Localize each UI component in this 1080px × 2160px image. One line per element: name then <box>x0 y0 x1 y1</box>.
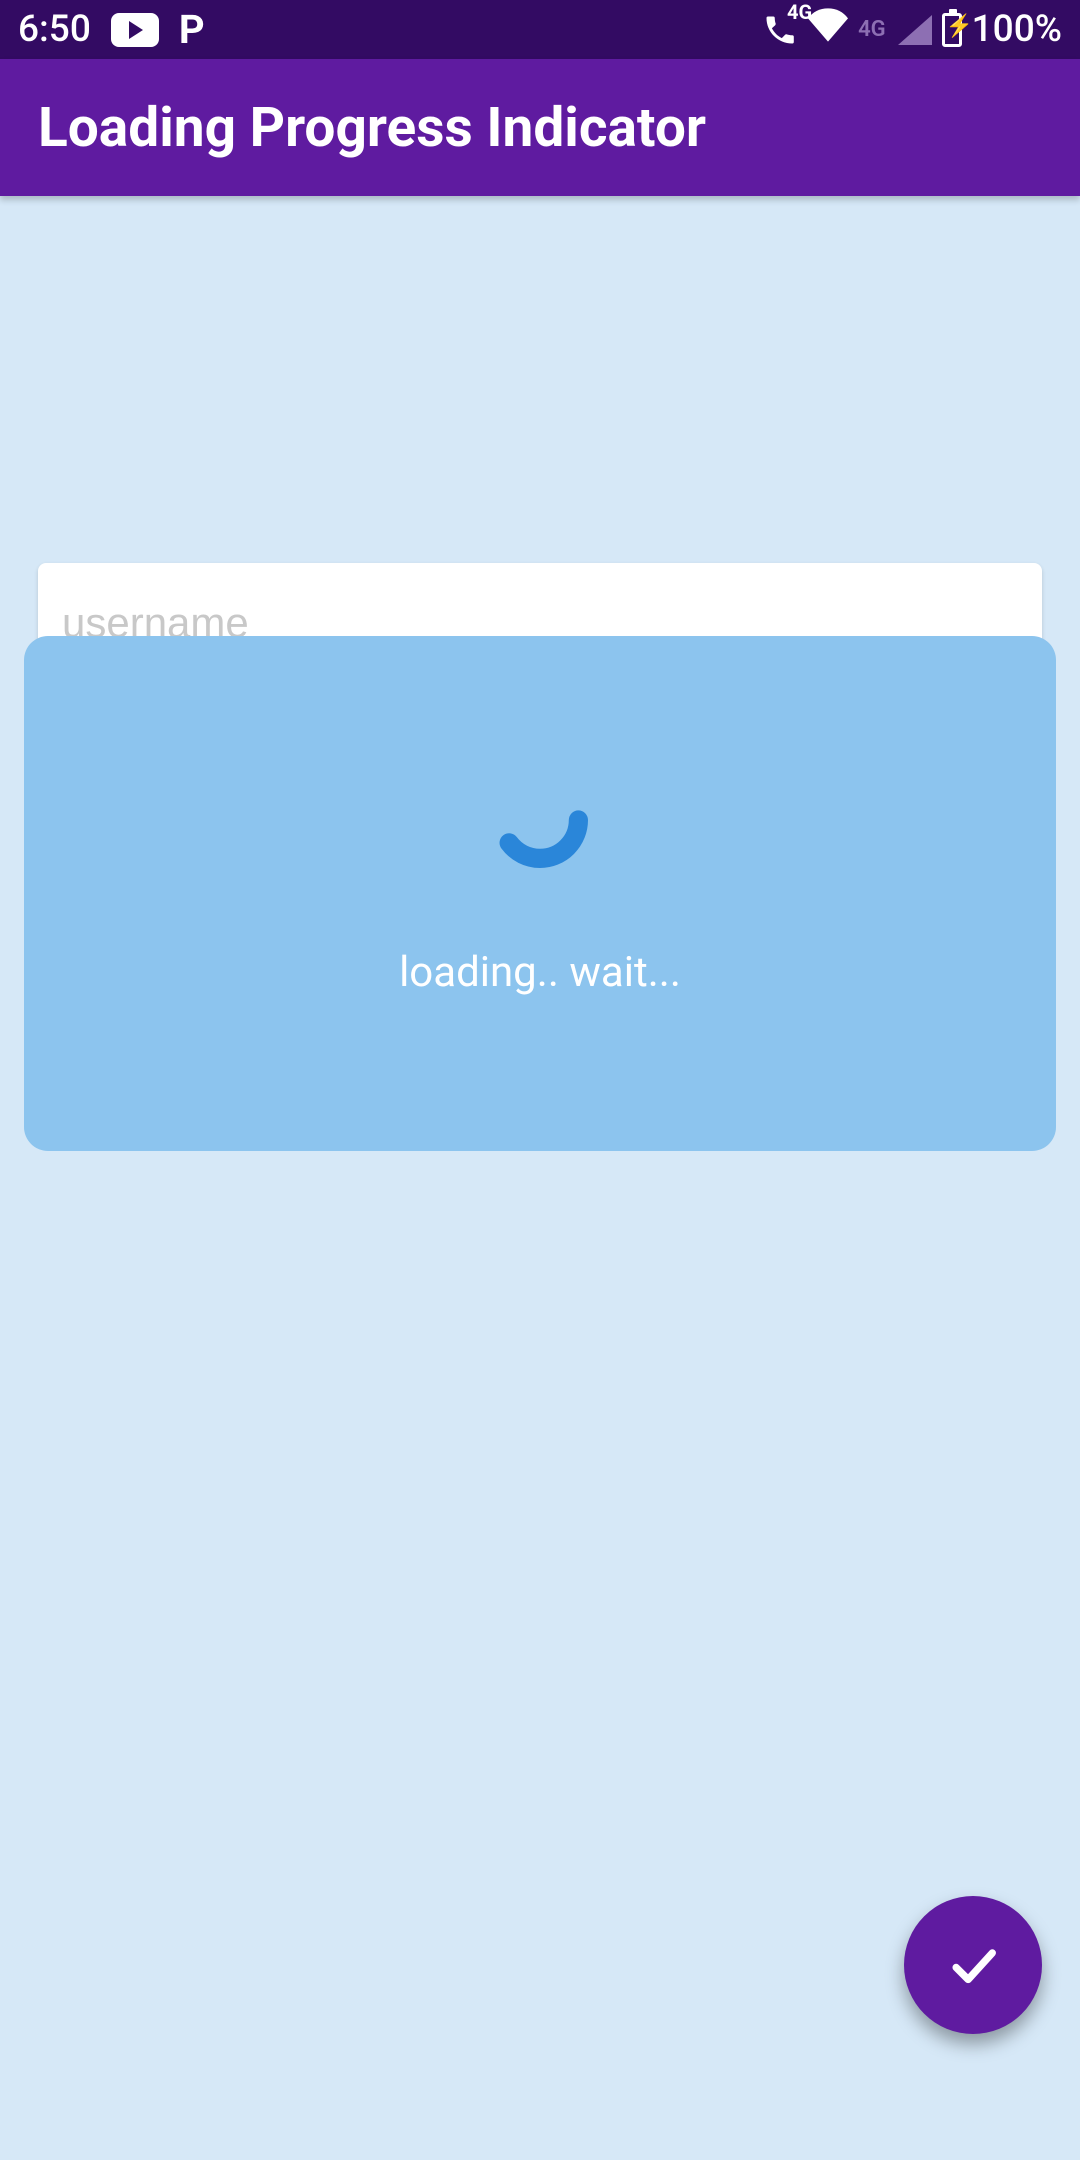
page-content: loading.. wait... <box>0 196 1080 2160</box>
progress-spinner-icon <box>480 760 600 880</box>
submit-fab[interactable] <box>904 1896 1042 2034</box>
battery-charging-icon <box>942 13 962 47</box>
status-time: 6:50 <box>18 8 91 51</box>
page-title: Loading Progress Indicator <box>38 96 706 160</box>
youtube-icon <box>111 13 159 47</box>
status-right: 4G 4G 100% <box>762 8 1062 52</box>
pandora-icon: P <box>179 6 205 53</box>
loading-message: loading.. wait... <box>399 948 681 997</box>
app-bar: Loading Progress Indicator <box>0 59 1080 196</box>
status-left: 6:50 P <box>18 6 205 53</box>
wifi-icon <box>808 8 848 52</box>
phone-4g-icon: 4G <box>762 12 798 48</box>
status-bar: 6:50 P 4G 4G 100% <box>0 0 1080 59</box>
cell-signal-icon <box>898 15 932 45</box>
check-icon <box>944 1936 1002 1994</box>
battery-percent: 100% <box>972 8 1062 51</box>
loading-dialog: loading.. wait... <box>24 636 1056 1151</box>
signal-4g-label: 4G <box>858 19 886 41</box>
